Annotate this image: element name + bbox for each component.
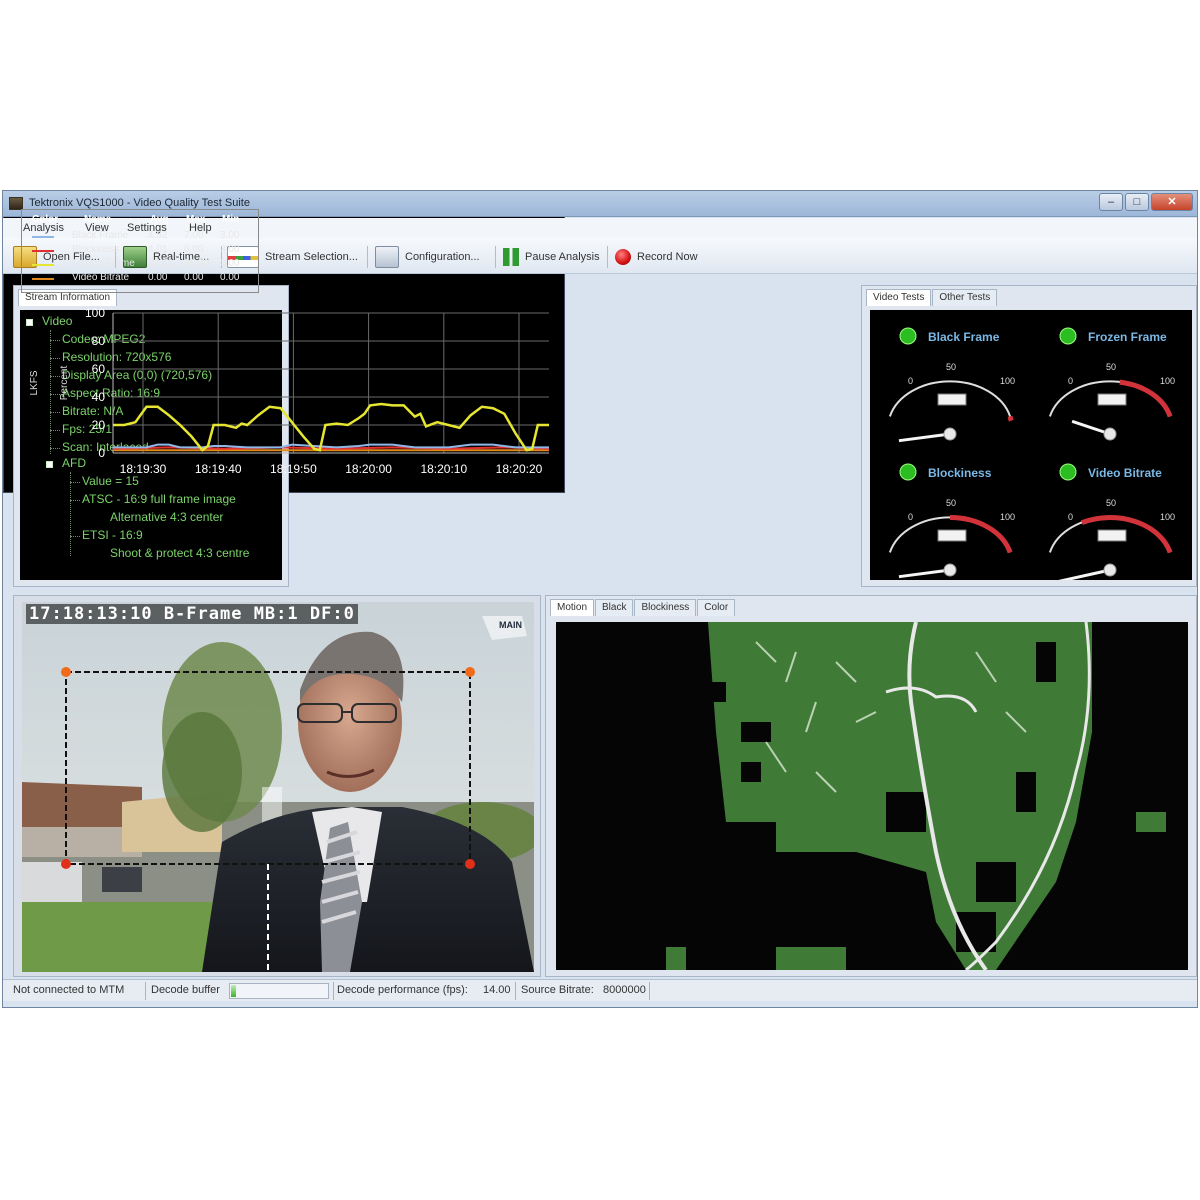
motion-map[interactable]	[556, 622, 1188, 970]
connection-status: Not connected to MTM	[13, 984, 125, 996]
gauges-svg: Black Frame 0 50 100 Frozen Frame 0 50 100 Block…	[888, 327, 1175, 580]
y-tick-label: 80	[92, 334, 106, 348]
x-tick-label: 18:20:00	[345, 462, 392, 476]
video-bitrate-gauge-mid: 50	[1106, 498, 1116, 508]
record-now-button[interactable]: Record Now	[615, 244, 698, 270]
y-axis-label-lkfs: LKFS	[29, 370, 40, 395]
y-tick-label: 0	[98, 446, 105, 460]
status-bar: Not connected to MTM Decode buffer Decod…	[3, 979, 1197, 1001]
blockiness-gauge-needle	[898, 568, 951, 579]
frozen-frame-gauge-min: 0	[1068, 376, 1073, 386]
y-tick-label: 20	[92, 418, 106, 432]
close-button[interactable]: ✕	[1151, 193, 1193, 211]
afd-overlay	[61, 667, 475, 972]
video-frame[interactable]: 17:18:13:10 B-Frame MB:1 DF:0 MAIN	[22, 602, 534, 972]
tab-color[interactable]: Color	[697, 599, 736, 616]
frozen-frame-gauge-mid: 50	[1106, 362, 1116, 372]
black-frame-gauge-mid: 50	[946, 362, 956, 372]
tab-black[interactable]: Black	[595, 599, 634, 616]
blockiness-gauge-readout	[937, 529, 967, 542]
record-now-label: Record Now	[637, 251, 698, 263]
black-frame-gauge-needle	[898, 432, 951, 443]
x-tick-label: 18:20:10	[420, 462, 467, 476]
afd-handle-top-right[interactable]	[465, 667, 475, 677]
blockiness-gauge-mid: 50	[946, 498, 956, 508]
black-frame-gauge-max: 100	[1000, 376, 1015, 386]
analysis-map-panel: Motion Black Blockiness Color	[545, 595, 1197, 977]
tab-motion[interactable]: Motion	[550, 599, 595, 616]
app-window: Tektronix VQS1000 - Video Quality Test S…	[2, 190, 1198, 1008]
video-bitrate-gauge-readout	[1097, 529, 1127, 542]
x-tick-label: 18:19:50	[270, 462, 317, 476]
tree-item-etsi-protect[interactable]: Shoot & protect 4:3 centre	[110, 546, 249, 560]
black-frame-gauge-readout	[937, 393, 967, 406]
tab-blockiness[interactable]: Blockiness	[634, 599, 697, 616]
video-bitrate-status-led	[1059, 463, 1077, 481]
tab-other-tests[interactable]: Other Tests	[932, 289, 998, 306]
black-frame-gauge-title: Black Frame	[928, 330, 1000, 344]
x-tick-label: 18:19:40	[195, 462, 242, 476]
decode-performance-value: 14.00	[483, 984, 511, 996]
tree-item-atsc[interactable]: ATSC - 16:9 full frame image	[82, 492, 236, 506]
x-tick-label: 18:20:20	[496, 462, 543, 476]
tree-item-etsi[interactable]: ETSI - 16:9	[82, 528, 143, 542]
video-bitrate-gauge-min: 0	[1068, 512, 1073, 522]
black-frame-gauge-hub	[943, 427, 957, 441]
gauges-area: Black Frame 0 50 100 Frozen Frame 0 50 100 Block…	[870, 310, 1192, 580]
y-tick-label: 60	[92, 362, 106, 376]
video-bitrate-gauge-needle	[1058, 568, 1111, 580]
frozen-frame-gauge-max: 100	[1160, 376, 1175, 386]
video-preview-panel: 17:18:13:10 B-Frame MB:1 DF:0 MAIN	[13, 595, 541, 977]
frozen-frame-gauge-red-zone	[1119, 379, 1173, 418]
record-icon	[615, 249, 631, 265]
video-tests-panel: Video Tests Other Tests Black Frame 0 50 10…	[861, 285, 1197, 587]
afd-handle-bottom-left[interactable]	[61, 859, 71, 869]
measurement-chart-panel: Color Name Avg Max Min Black Frame 4.52 7.…	[3, 191, 565, 493]
line-chart: 0 20 40 60 80 100 18:19:30 18:19:40 18:19:50 18:2…	[29, 306, 550, 476]
y-tick-label: 100	[85, 306, 105, 320]
decode-performance-label: Decode performance (fps):	[337, 984, 468, 996]
tree-item-atsc-alt[interactable]: Alternative 4:3 center	[110, 510, 223, 524]
motion-map-image	[556, 622, 1188, 970]
blockiness-gauge-max: 100	[1000, 512, 1015, 522]
tab-video-tests[interactable]: Video Tests	[866, 289, 932, 306]
afd-handle-bottom-right[interactable]	[465, 859, 475, 869]
blockiness-gauge-hub	[943, 563, 957, 577]
video-bitrate-gauge-hub	[1103, 563, 1117, 577]
source-bitrate-value: 8000000	[603, 984, 646, 996]
series-line-frozen-frame	[113, 402, 549, 452]
video-bitrate-gauge-max: 100	[1160, 512, 1175, 522]
x-tick-label: 18:19:30	[120, 462, 167, 476]
source-bitrate-label: Source Bitrate:	[521, 984, 594, 996]
y-axis-label-percent: Percent	[59, 366, 70, 401]
black-frame-gauge-red-zone	[1007, 415, 1014, 422]
blockiness-status-led	[899, 463, 917, 481]
frozen-frame-gauge-title: Frozen Frame	[1088, 330, 1167, 344]
video-bitrate-gauge-title: Video Bitrate	[1088, 466, 1162, 480]
minimize-button[interactable]: –	[1099, 193, 1123, 211]
frozen-frame-gauge-readout	[1097, 393, 1127, 406]
black-frame-gauge-min: 0	[908, 376, 913, 386]
maximize-button[interactable]: □	[1125, 193, 1149, 211]
decode-buffer-label: Decode buffer	[151, 984, 220, 996]
blockiness-gauge-title: Blockiness	[928, 466, 992, 480]
y-tick-label: 40	[92, 390, 106, 404]
frozen-frame-gauge-hub	[1103, 427, 1117, 441]
black-frame-status-led	[899, 327, 917, 345]
blockiness-gauge-min: 0	[908, 512, 913, 522]
frozen-frame-status-led	[1059, 327, 1077, 345]
decode-buffer-progress	[229, 983, 329, 999]
afd-handle-top-left[interactable]	[61, 667, 71, 677]
